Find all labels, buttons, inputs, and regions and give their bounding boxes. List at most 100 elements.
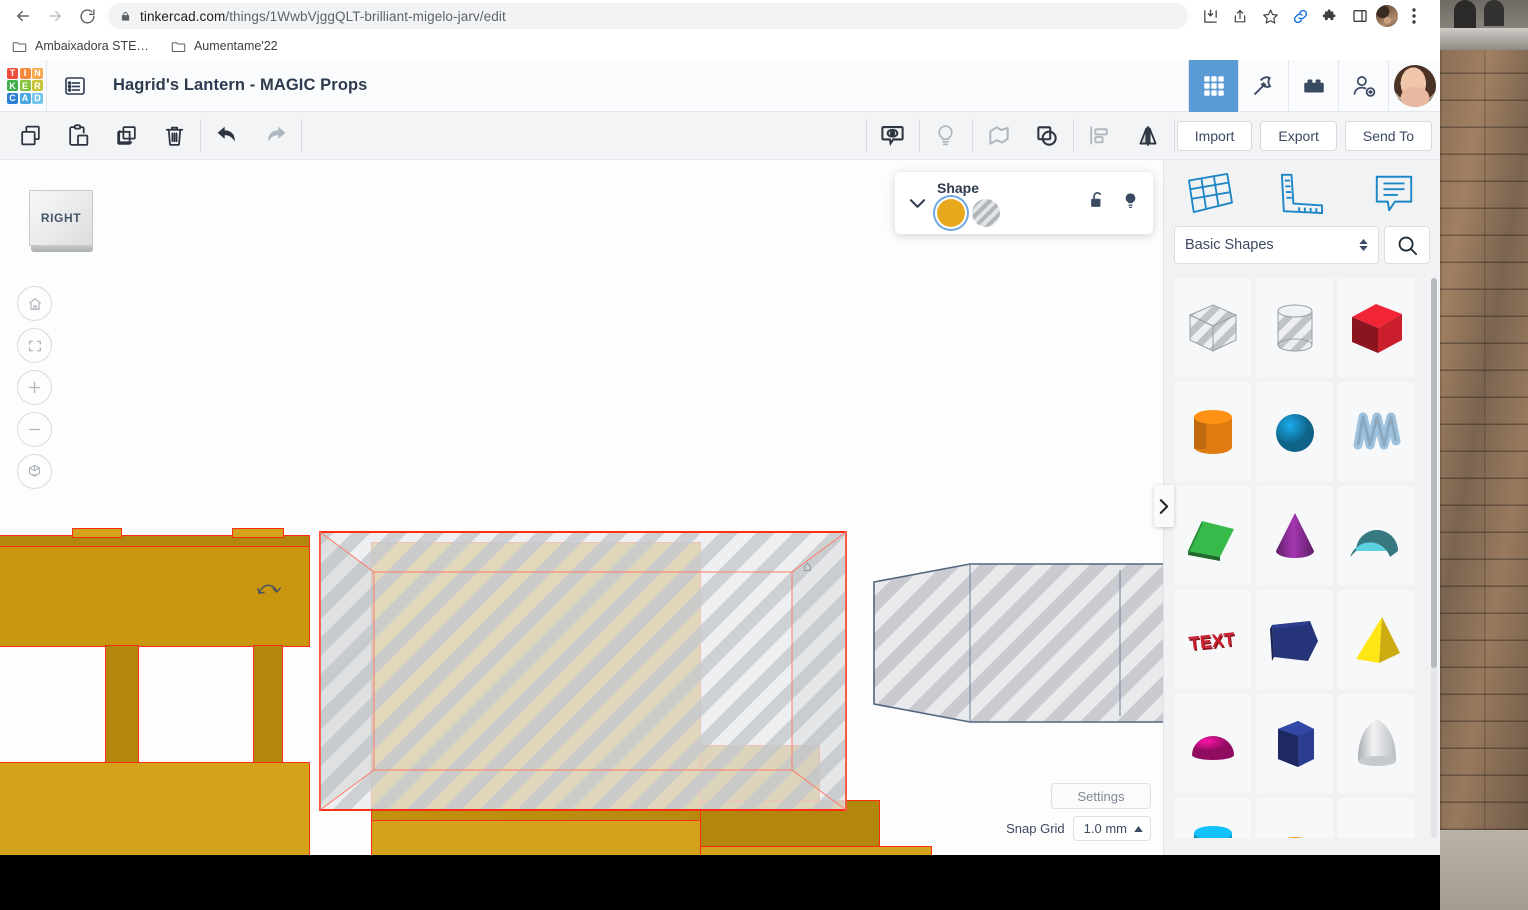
reload-icon[interactable] [72, 1, 102, 31]
shape-tile-cylinder-hole[interactable] [1256, 278, 1333, 377]
hole-box-unselected[interactable] [872, 562, 1163, 724]
share-icon[interactable] [1226, 2, 1254, 30]
shapes-scrollbar-thumb[interactable] [1431, 278, 1437, 668]
lock-icon [120, 10, 131, 23]
model-part-step-c[interactable] [700, 846, 932, 855]
note-callout-icon[interactable] [1348, 171, 1440, 215]
workplane-grid-icon[interactable] [1164, 171, 1256, 215]
unlock-icon[interactable] [1089, 191, 1106, 215]
shape-tile-polygon-navy[interactable] [1256, 590, 1333, 689]
shape-tile-cylinder-orange[interactable] [1174, 382, 1251, 481]
shapes-grid-wrapper: TEXT TEXT [1164, 278, 1440, 838]
send-to-button[interactable]: Send To [1345, 121, 1432, 151]
logo-tile-i: I [20, 68, 31, 79]
hole-box-selected[interactable] [318, 530, 848, 812]
model-part-tab-a[interactable] [72, 528, 122, 538]
zoom-in-icon[interactable] [17, 370, 52, 405]
link-icon[interactable] [1286, 2, 1314, 30]
snap-grid-select[interactable]: 1.0 mm [1073, 816, 1151, 841]
tinkercad-logo[interactable]: TINKERCAD [4, 65, 46, 107]
search-icon[interactable] [1384, 226, 1430, 264]
shape-tile-torus-orange[interactable] [1256, 798, 1333, 838]
user-avatar[interactable] [1388, 60, 1440, 112]
download-icon[interactable] [1196, 2, 1224, 30]
group-shapes-icon[interactable] [1023, 112, 1071, 160]
logo-tile-t: T [7, 68, 18, 79]
chevron-down-icon[interactable] [903, 198, 931, 209]
extensions-puzzle-icon[interactable] [1316, 2, 1344, 30]
view-cube[interactable]: RIGHT [29, 190, 97, 252]
copy-icon[interactable] [6, 112, 54, 160]
lego-brick-icon[interactable] [1288, 60, 1338, 112]
shapes-category-select[interactable]: Basic Shapes [1174, 226, 1379, 264]
shape-tile-roof-green[interactable] [1174, 486, 1251, 585]
back-arrow-icon[interactable] [8, 1, 38, 31]
settings-button[interactable]: Settings [1051, 783, 1151, 809]
3d-viewport[interactable]: ⌂ RIGHT [0, 160, 1163, 855]
shape-tile-cone-purple[interactable] [1256, 486, 1333, 585]
model-part-post-left[interactable] [105, 645, 139, 765]
model-part-tab-b[interactable] [232, 528, 284, 538]
shape-tile-tube-cyan[interactable] [1174, 798, 1251, 838]
shape-tile-heart-brown[interactable] [1338, 798, 1415, 838]
shape-tile-paraboloid-grey[interactable] [1338, 694, 1415, 793]
duplicate-icon[interactable] [102, 112, 150, 160]
address-bar[interactable]: tinkercad.com/things/1WwbVjggQLT-brillia… [108, 3, 1188, 29]
sidebar-panel-icon[interactable] [1346, 2, 1374, 30]
shape-tile-text-red[interactable]: TEXT TEXT [1174, 590, 1251, 689]
delete-trash-icon[interactable] [150, 112, 198, 160]
shape-tile-scribble-blue[interactable] [1338, 382, 1415, 481]
minecraft-pickaxe-icon[interactable] [1238, 60, 1288, 112]
shape-tile-hexprism-navy[interactable] [1256, 694, 1333, 793]
invite-person-icon[interactable] [1338, 60, 1388, 112]
bookmark-item[interactable]: Aumentame'22 [171, 39, 278, 53]
view-cube-face[interactable]: RIGHT [29, 190, 93, 246]
shape-tile-halfsphere-pink[interactable] [1174, 694, 1251, 793]
note-shape-icon[interactable] [975, 112, 1023, 160]
model-part-lower-box[interactable] [371, 820, 701, 855]
ruler-measure-icon[interactable] [1256, 171, 1348, 215]
shape-properties-panel: Shape [895, 172, 1153, 234]
hole-swatch[interactable] [972, 199, 1000, 227]
show-hide-eye-icon[interactable] [869, 112, 917, 160]
lightbulb-icon[interactable] [1122, 191, 1139, 216]
fit-to-view-icon[interactable] [17, 328, 52, 363]
shape-tile-box-hole[interactable] [1174, 278, 1251, 377]
folder-icon [12, 40, 27, 53]
video-ledge [1440, 28, 1528, 50]
list-view-icon[interactable] [47, 60, 103, 112]
lightbulb-icon[interactable] [922, 112, 970, 160]
export-button[interactable]: Export [1260, 121, 1336, 151]
toolbar-divider [866, 119, 867, 153]
hole-box-corner-handle[interactable]: ⌂ [803, 558, 812, 575]
bookmark-item[interactable]: Ambaixadora STE… [12, 39, 149, 53]
grid-designs-icon[interactable] [1188, 60, 1238, 112]
ortho-perspective-icon[interactable] [17, 454, 52, 489]
file-actions: Import Export Send To [1177, 121, 1440, 151]
model-part-post-right[interactable] [253, 645, 283, 765]
forward-arrow-icon[interactable] [40, 1, 70, 31]
import-button[interactable]: Import [1177, 121, 1253, 151]
model-part-base-slab[interactable] [0, 762, 310, 855]
mirror-icon[interactable] [1124, 112, 1172, 160]
undo-icon[interactable] [203, 112, 251, 160]
chevron-right-icon[interactable] [1154, 485, 1174, 527]
view-cube-base [31, 246, 93, 252]
align-icon[interactable] [1076, 112, 1124, 160]
chrome-menu-icon[interactable] [1400, 2, 1428, 30]
stone-wall-video [1440, 0, 1528, 910]
rotate-arrow-icon[interactable] [256, 580, 282, 607]
zoom-out-icon[interactable] [17, 412, 52, 447]
caret-up-icon [1134, 826, 1143, 832]
bookmark-star-icon[interactable] [1256, 2, 1284, 30]
shape-tile-box-red[interactable] [1338, 278, 1415, 377]
paste-icon[interactable] [54, 112, 102, 160]
shape-tile-sphere-blue[interactable] [1256, 382, 1333, 481]
shapes-grid: TEXT TEXT [1164, 278, 1423, 838]
solid-swatch[interactable] [937, 199, 965, 227]
profile-avatar[interactable] [1376, 5, 1398, 27]
shape-tile-pyramid-yellow[interactable] [1338, 590, 1415, 689]
redo-icon[interactable] [251, 112, 299, 160]
shape-tile-roundroof-teal[interactable] [1338, 486, 1415, 585]
home-view-icon[interactable] [17, 286, 52, 321]
